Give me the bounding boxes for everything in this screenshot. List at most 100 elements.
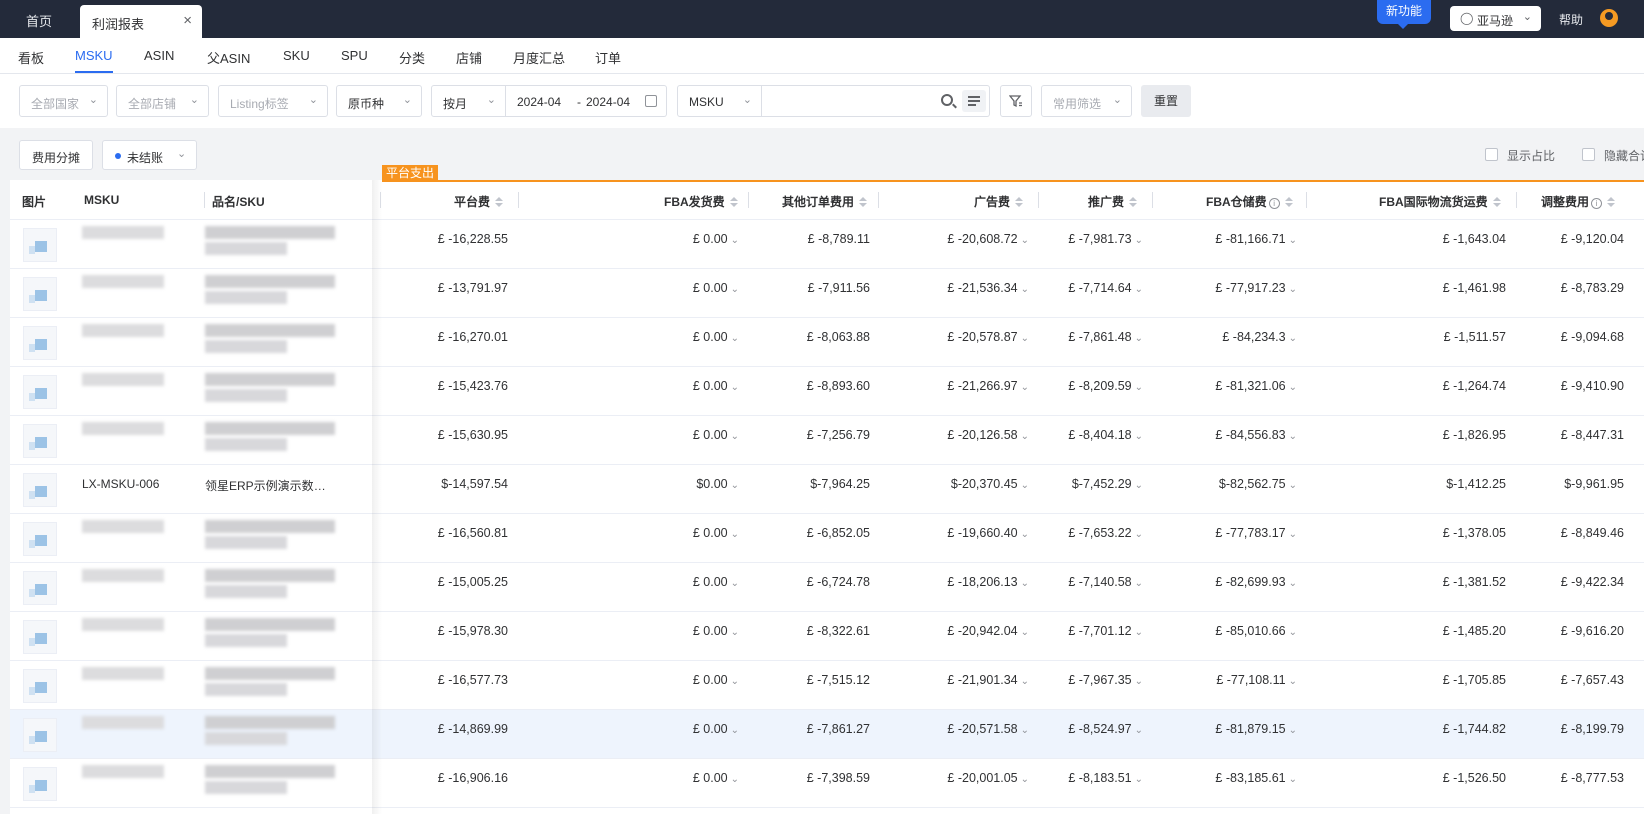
chevron-down-icon[interactable]: ⌄ <box>1289 578 1297 589</box>
chevron-down-icon[interactable]: ⌄ <box>1135 725 1143 736</box>
cell-fba-storage[interactable]: £ -81,321.06 ⌄ <box>1215 379 1297 393</box>
batch-search-icon[interactable] <box>962 90 986 112</box>
chevron-down-icon[interactable]: ⌄ <box>1021 235 1029 246</box>
chevron-down-icon[interactable]: ⌄ <box>1289 529 1297 540</box>
chevron-down-icon[interactable]: ⌄ <box>1289 333 1297 344</box>
table-row[interactable]: £ -15,423.76 £ 0.00 ⌄ £ -8,893.60 £ -21,266.… <box>10 367 1644 416</box>
chevron-down-icon[interactable]: ⌄ <box>1135 284 1143 295</box>
chevron-down-icon[interactable]: ⌄ <box>731 725 739 736</box>
cell-promo-fee[interactable]: $-7,452.29 ⌄ <box>1072 477 1143 491</box>
close-icon[interactable]: × <box>183 12 192 29</box>
sort-icon[interactable] <box>1607 197 1616 207</box>
cell-promo-fee[interactable]: £ -7,701.12 ⌄ <box>1068 624 1143 638</box>
product-thumbnail[interactable] <box>23 767 57 801</box>
chevron-down-icon[interactable]: ⌄ <box>731 578 739 589</box>
subnav-spu[interactable]: SPU <box>341 48 368 63</box>
chevron-down-icon[interactable]: ⌄ <box>1021 627 1029 638</box>
currency-select[interactable]: 原币种 ⌄ <box>336 85 422 117</box>
col-other-order-fee[interactable]: 其他订单费用 <box>782 193 868 210</box>
period-select[interactable]: 按月 ⌄ <box>431 85 506 117</box>
help-link[interactable]: 帮助 <box>1559 11 1583 28</box>
common-filter-select[interactable]: 常用筛选 ⌄ <box>1041 85 1132 117</box>
cell-fba-storage[interactable]: £ -77,108.11 ⌄ <box>1216 673 1297 687</box>
sort-icon[interactable] <box>1015 197 1024 207</box>
chevron-down-icon[interactable]: ⌄ <box>1135 431 1143 442</box>
cell-fba-storage[interactable]: £ -82,699.93 ⌄ <box>1215 575 1297 589</box>
subnav-msku[interactable]: MSKU <box>75 48 113 63</box>
cell-fba-storage[interactable]: £ -84,556.83 ⌄ <box>1215 428 1297 442</box>
sort-icon[interactable] <box>1492 197 1501 207</box>
chevron-down-icon[interactable]: ⌄ <box>1289 382 1297 393</box>
cell-fba-storage[interactable]: £ -83,185.61 ⌄ <box>1215 771 1297 785</box>
chevron-down-icon[interactable]: ⌄ <box>1021 676 1029 687</box>
cell-fba-storage[interactable]: £ -81,166.71 ⌄ <box>1215 232 1297 246</box>
date-range-picker[interactable]: 2024-04 - 2024-04 <box>505 85 667 117</box>
fee-allocation-button[interactable]: 费用分摊 <box>19 140 93 170</box>
col-platform-fee[interactable]: 平台费 <box>454 193 504 210</box>
chevron-down-icon[interactable]: ⌄ <box>731 382 739 393</box>
chevron-down-icon[interactable]: ⌄ <box>731 627 739 638</box>
chevron-down-icon[interactable]: ⌄ <box>1021 431 1029 442</box>
sort-icon[interactable] <box>729 197 738 207</box>
table-row[interactable]: £ -14,869.99 £ 0.00 ⌄ £ -7,861.27 £ -20,571.… <box>10 710 1644 759</box>
product-thumbnail[interactable] <box>23 571 57 605</box>
cell-ad-fee[interactable]: £ -20,608.72 ⌄ <box>947 232 1029 246</box>
cell-ad-fee[interactable]: £ -19,660.40 ⌄ <box>947 526 1029 540</box>
product-thumbnail[interactable] <box>23 669 57 703</box>
chevron-down-icon[interactable]: ⌄ <box>731 333 739 344</box>
chevron-down-icon[interactable]: ⌄ <box>731 431 739 442</box>
chevron-down-icon[interactable]: ⌄ <box>1135 333 1143 344</box>
cell-fba-storage[interactable]: £ -77,917.23 ⌄ <box>1215 281 1297 295</box>
cell-fba-storage[interactable]: £ -85,010.66 ⌄ <box>1215 624 1297 638</box>
chevron-down-icon[interactable]: ⌄ <box>1135 480 1143 491</box>
support-icon[interactable] <box>1600 9 1618 27</box>
cell-ad-fee[interactable]: £ -20,578.87 ⌄ <box>947 330 1029 344</box>
subnav-category[interactable]: 分类 <box>399 48 425 67</box>
product-thumbnail[interactable] <box>23 473 57 507</box>
cell-ad-fee[interactable]: £ -20,126.58 ⌄ <box>947 428 1029 442</box>
chevron-down-icon[interactable]: ⌄ <box>1289 431 1297 442</box>
chevron-down-icon[interactable]: ⌄ <box>731 480 739 491</box>
cell-ad-fee[interactable]: £ -21,536.34 ⌄ <box>947 281 1029 295</box>
cell-ad-fee[interactable]: £ -20,001.05 ⌄ <box>947 771 1029 785</box>
chevron-down-icon[interactable]: ⌄ <box>1021 284 1029 295</box>
cell-msku[interactable]: LX-MSKU-006 <box>82 477 159 491</box>
chevron-down-icon[interactable]: ⌄ <box>1135 235 1143 246</box>
cell-ad-fee[interactable]: £ -20,942.04 ⌄ <box>947 624 1029 638</box>
table-row[interactable]: £ -16,560.81 £ 0.00 ⌄ £ -6,852.05 £ -19,660.… <box>10 514 1644 563</box>
cell-fba-fee[interactable]: £ 0.00 ⌄ <box>693 330 739 344</box>
chevron-down-icon[interactable]: ⌄ <box>731 774 739 785</box>
cell-ad-fee[interactable]: £ -20,571.58 ⌄ <box>947 722 1029 736</box>
cell-fba-fee[interactable]: £ 0.00 ⌄ <box>693 526 739 540</box>
hide-total-checkbox[interactable] <box>1582 148 1595 161</box>
table-row[interactable]: £ -16,228.55 £ 0.00 ⌄ £ -8,789.11 £ -20,608.… <box>10 220 1644 269</box>
product-thumbnail[interactable] <box>23 424 57 458</box>
cell-promo-fee[interactable]: £ -8,183.51 ⌄ <box>1068 771 1143 785</box>
chevron-down-icon[interactable]: ⌄ <box>731 529 739 540</box>
chevron-down-icon[interactable]: ⌄ <box>1135 578 1143 589</box>
chevron-down-icon[interactable]: ⌄ <box>1289 676 1297 687</box>
col-fba-storage[interactable]: FBA仓储费 i <box>1206 193 1293 210</box>
subnav-orders[interactable]: 订单 <box>595 48 621 67</box>
chevron-down-icon[interactable]: ⌄ <box>1135 774 1143 785</box>
sort-icon[interactable] <box>1284 197 1293 207</box>
cell-ad-fee[interactable]: $-20,370.45 ⌄ <box>951 477 1029 491</box>
cell-fba-fee[interactable]: £ 0.00 ⌄ <box>693 428 739 442</box>
table-row[interactable]: £ -15,005.25 £ 0.00 ⌄ £ -6,724.78 £ -18,206.… <box>10 563 1644 612</box>
cell-fba-storage[interactable]: £ -77,783.17 ⌄ <box>1215 526 1297 540</box>
cell-fba-storage[interactable]: £ -84,234.3 ⌄ <box>1222 330 1297 344</box>
cell-ad-fee[interactable]: £ -21,901.34 ⌄ <box>947 673 1029 687</box>
chevron-down-icon[interactable]: ⌄ <box>1289 284 1297 295</box>
cell-fba-fee[interactable]: £ 0.00 ⌄ <box>693 281 739 295</box>
chevron-down-icon[interactable]: ⌄ <box>1135 627 1143 638</box>
marketplace-select[interactable]: ◯ 亚马逊 ⌄ <box>1450 6 1541 31</box>
cell-fba-fee[interactable]: £ 0.00 ⌄ <box>693 771 739 785</box>
search-field-select[interactable]: MSKU ⌄ <box>677 85 762 117</box>
chevron-down-icon[interactable]: ⌄ <box>731 676 739 687</box>
cell-fba-storage[interactable]: $-82,562.75 ⌄ <box>1219 477 1297 491</box>
chevron-down-icon[interactable]: ⌄ <box>1021 578 1029 589</box>
table-row[interactable]: £ -13,791.97 £ 0.00 ⌄ £ -7,911.56 £ -21,536.… <box>10 269 1644 318</box>
filter-button[interactable] <box>1000 85 1032 117</box>
product-thumbnail[interactable] <box>23 228 57 262</box>
status-select[interactable]: 未结账 ⌄ <box>102 140 197 170</box>
